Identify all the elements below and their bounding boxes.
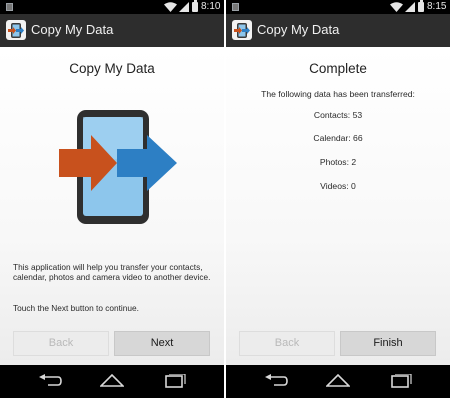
app-icon [232, 20, 252, 40]
notification-icon [232, 3, 239, 11]
signal-icon [179, 2, 189, 12]
result-item: Contacts: 53 [313, 110, 363, 120]
instruction-text: Touch the Next button to continue. [13, 303, 139, 313]
screen-title: Complete [309, 61, 367, 76]
back-button[interactable]: Back [239, 331, 335, 356]
result-item: Videos: 0 [320, 181, 356, 191]
phone-screen-intro: 8:10 Copy My Data Copy My Data This appl… [0, 0, 224, 398]
back-button[interactable]: Back [13, 331, 109, 356]
status-bar: 8:10 [0, 0, 224, 14]
transfer-illustration-icon [59, 110, 177, 224]
recents-icon[interactable] [162, 374, 186, 388]
battery-icon [418, 0, 424, 12]
main-content: Copy My Data This application will help … [0, 47, 224, 365]
screen-title: Copy My Data [69, 61, 155, 76]
app-icon [6, 20, 26, 40]
notification-icon [6, 3, 13, 11]
action-bar: Copy My Data [226, 14, 450, 47]
result-item: Calendar: 66 [313, 133, 363, 143]
wifi-icon [164, 2, 177, 12]
phone-screen-complete: 8:15 Copy My Data Complete The following… [226, 0, 450, 398]
home-icon[interactable] [326, 374, 350, 388]
main-content: Complete The following data has been tra… [226, 47, 450, 365]
home-icon[interactable] [100, 374, 124, 388]
app-title: Copy My Data [31, 22, 114, 37]
back-icon[interactable] [264, 374, 288, 388]
transfer-subtitle: The following data has been transferred: [261, 89, 415, 99]
app-title: Copy My Data [257, 22, 340, 37]
finish-button[interactable]: Finish [340, 331, 436, 356]
status-bar: 8:15 [226, 0, 450, 14]
navigation-bar [226, 365, 450, 398]
description-text: This application will help you transfer … [13, 262, 211, 283]
recents-icon[interactable] [388, 374, 412, 388]
battery-icon [192, 0, 198, 12]
screenshot-pair: 8:10 Copy My Data Copy My Data This appl… [0, 0, 450, 398]
navigation-bar [0, 365, 224, 398]
status-time: 8:10 [201, 1, 221, 12]
action-bar: Copy My Data [0, 14, 224, 47]
status-time: 8:15 [427, 1, 447, 12]
signal-icon [405, 2, 415, 12]
result-item: Photos: 2 [319, 157, 357, 167]
next-button[interactable]: Next [114, 331, 210, 356]
wifi-icon [390, 2, 403, 12]
back-icon[interactable] [38, 374, 62, 388]
